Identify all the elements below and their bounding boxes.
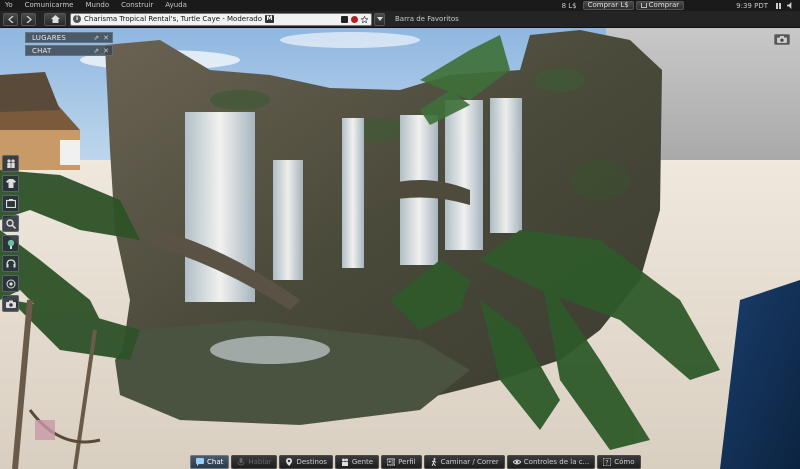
cart-icon (640, 3, 647, 8)
destinations-label: Destinos (296, 458, 327, 466)
speak-button-label: Hablar (248, 458, 272, 466)
places-label: LUGARES (32, 33, 67, 42)
snapshot-button[interactable] (2, 295, 19, 312)
people-button[interactable] (2, 155, 19, 172)
star-icon[interactable] (361, 15, 368, 23)
close-icon[interactable]: ✕ (103, 47, 109, 56)
location-input[interactable]: i Charisma Tropical Rental's, Turtle Cay… (70, 12, 372, 26)
navigation-bar: i Charisma Tropical Rental's, Turtle Cay… (0, 11, 800, 28)
people-icon (6, 159, 15, 168)
arrow-left-icon (7, 15, 13, 23)
places-controls: ⇗ ✕ (93, 34, 109, 43)
parcel-icons (341, 15, 368, 23)
home-icon (50, 15, 60, 23)
location-dropdown-button[interactable] (374, 12, 385, 26)
menu-me[interactable]: Yo (0, 0, 19, 11)
people-label: Gente (351, 458, 374, 466)
destinations-button[interactable]: Destinos (279, 455, 333, 469)
profile-label: Perfil (398, 458, 416, 466)
location-text: Charisma Tropical Rental's, Turtle Caye … (84, 15, 262, 23)
back-button[interactable] (3, 12, 18, 26)
forward-button[interactable] (21, 12, 36, 26)
left-toolbar (2, 155, 20, 312)
bottom-toolbar: Chat Hablar Destinos Gente Perfil Camina… (190, 455, 641, 469)
chat-label: CHAT (32, 46, 52, 55)
menu-status-area: 8 L$ Comprar L$ Comprar 9:39 PDT (562, 0, 800, 11)
walk-run-button[interactable]: Caminar / Correr (423, 455, 505, 469)
buy-lindens-label: Comprar L$ (587, 1, 629, 9)
camera-controls-label: Controles de la c... (523, 458, 590, 466)
svg-text:?: ? (606, 460, 609, 467)
chat-controls: ⇗ ✕ (93, 47, 109, 56)
menu-bar: Yo Comunicarme Mundo Construir Ayuda 8 L… (0, 0, 800, 11)
no-build-icon (341, 15, 348, 23)
avatar-icon (7, 239, 14, 249)
clock: 9:39 PDT (736, 1, 768, 10)
walk-run-label: Caminar / Correr (440, 458, 499, 466)
chat-button[interactable]: Chat (190, 455, 230, 469)
people-toolbar-button[interactable]: Gente (334, 455, 380, 469)
headset-icon (5, 259, 16, 268)
appearance-icon (5, 179, 16, 188)
chat-bubble-icon (196, 458, 204, 466)
map-pin-icon (286, 458, 293, 466)
dock-icon[interactable]: ⇗ (93, 34, 99, 43)
no-push-icon (351, 15, 358, 23)
dock-icon[interactable]: ⇗ (93, 47, 99, 56)
camera-icon (777, 36, 787, 43)
menu-build[interactable]: Construir (115, 0, 159, 11)
profile-card-icon (387, 458, 396, 466)
shop-label: Comprar (648, 1, 680, 9)
pause-media-icon[interactable] (776, 2, 781, 9)
info-icon[interactable]: i (73, 15, 81, 23)
menu-world[interactable]: Mundo (79, 0, 115, 11)
camera-controls-button[interactable]: Controles de la c... (506, 455, 596, 469)
how-to-label: Cómo (614, 458, 635, 466)
buy-lindens-button[interactable]: Comprar L$ (582, 1, 634, 10)
menu-communicate[interactable]: Comunicarme (19, 0, 80, 11)
search-button[interactable] (2, 215, 19, 232)
maturity-badge: M (264, 15, 274, 23)
home-button[interactable] (44, 12, 66, 26)
scene-render (0, 28, 800, 469)
appearance-button[interactable] (2, 175, 19, 192)
shop-button[interactable]: Comprar (635, 1, 685, 10)
close-icon[interactable]: ✕ (103, 34, 109, 43)
chat-button-label: Chat (207, 458, 224, 466)
speak-button[interactable]: Hablar (231, 455, 278, 469)
chevron-down-icon (376, 17, 383, 21)
menu-help[interactable]: Ayuda (159, 0, 193, 11)
how-to-button[interactable]: ? Cómo (597, 455, 641, 469)
walking-icon (431, 458, 436, 466)
places-panel-tab[interactable]: LUGARES ⇗ ✕ (25, 32, 113, 43)
people-icon (341, 458, 348, 466)
arrow-right-icon (26, 15, 32, 23)
eye-icon (512, 459, 521, 465)
linden-balance[interactable]: 8 L$ (562, 2, 577, 10)
world-viewport[interactable] (0, 0, 800, 469)
chat-panel-tab[interactable]: CHAT ⇗ ✕ (25, 45, 113, 56)
avatar-button[interactable] (2, 235, 19, 252)
favorites-bar[interactable]: Barra de Favoritos (395, 15, 459, 23)
microphone-icon (237, 458, 245, 466)
inventory-button[interactable] (2, 195, 19, 212)
volume-icon[interactable] (787, 2, 794, 9)
profile-button[interactable]: Perfil (381, 455, 422, 469)
search-icon (5, 218, 16, 229)
question-icon: ? (603, 458, 612, 467)
inventory-icon (5, 199, 16, 208)
voice-button[interactable] (2, 255, 19, 272)
mini-map-button[interactable] (2, 275, 19, 292)
radar-icon (6, 279, 15, 288)
quick-snapshot-button[interactable] (774, 34, 790, 45)
snapshot-icon (5, 300, 16, 308)
